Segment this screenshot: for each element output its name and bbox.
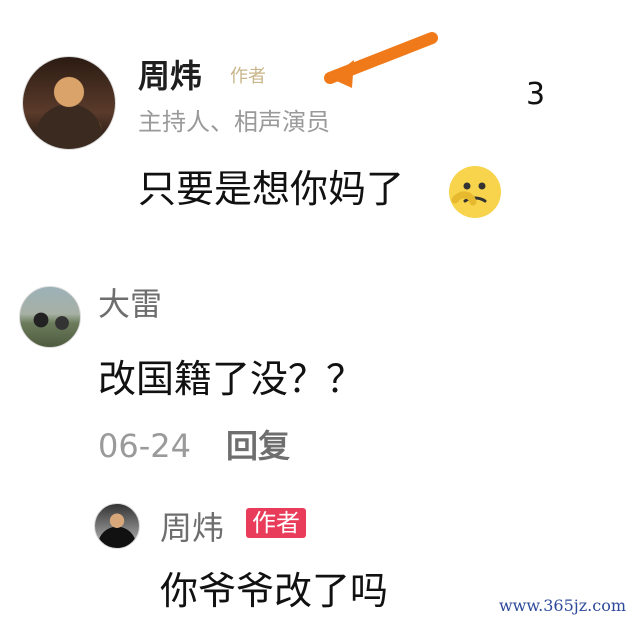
author-reply-text: 你爷爷改了吗 xyxy=(160,569,389,613)
reply-date: 06-24 xyxy=(98,427,191,465)
author-avatar[interactable] xyxy=(22,56,116,150)
orange-arrow-icon xyxy=(324,32,438,88)
top-comment-text: 只要是想你妈了 xyxy=(138,167,405,211)
author-name[interactable]: 周炜 xyxy=(138,60,202,92)
reply-comment-text: 改国籍了没？？ xyxy=(98,357,365,401)
author-reply-avatar[interactable] xyxy=(94,503,140,549)
watermark-text: www.365jz.com xyxy=(498,596,626,615)
thinking-face-icon xyxy=(449,166,501,218)
author-subtitle: 主持人、相声演员 xyxy=(138,108,330,136)
reply-button[interactable]: 回复 xyxy=(226,430,290,462)
like-count[interactable]: 3 xyxy=(526,80,545,110)
author-tag-badge: 作者 xyxy=(246,508,306,538)
reply-author-name[interactable]: 大雷 xyxy=(98,288,162,320)
author-tag: 作者 xyxy=(230,66,266,87)
user-avatar[interactable] xyxy=(19,286,81,348)
author-reply-name[interactable]: 周炜 xyxy=(160,512,224,544)
